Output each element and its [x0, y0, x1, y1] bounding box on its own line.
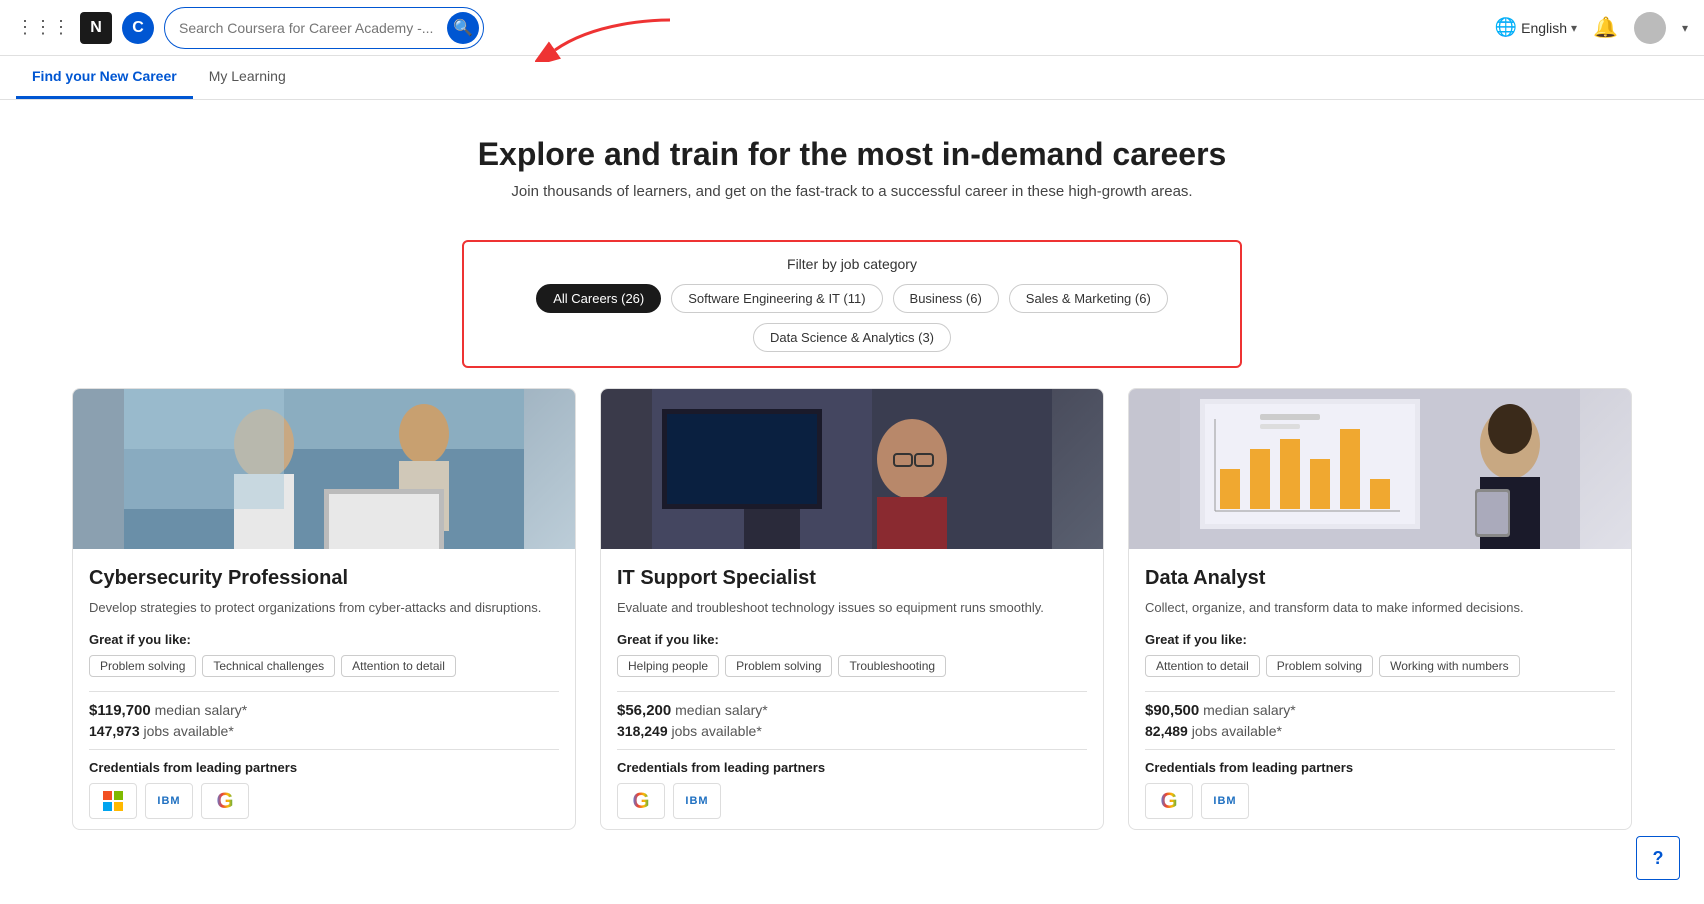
card-image-data: [1129, 389, 1631, 549]
card-image-it: [601, 389, 1103, 549]
card-jobs-it: 318,249 jobs available*: [617, 723, 1087, 739]
chip-sales-marketing[interactable]: Sales & Marketing (6): [1009, 284, 1168, 313]
search-input[interactable]: [179, 20, 447, 36]
card-divider-it-2: [617, 749, 1087, 750]
card-body-it: IT Support Specialist Evaluate and troub…: [601, 549, 1103, 829]
tag-working-with-numbers: Working with numbers: [1379, 655, 1520, 677]
tag-troubleshooting: Troubleshooting: [838, 655, 946, 677]
partner-logo-ibm-data: IBM: [1201, 783, 1249, 819]
tag-attention-detail-data: Attention to detail: [1145, 655, 1260, 677]
globe-icon: 🌐: [1495, 17, 1517, 38]
card-it-support: IT Support Specialist Evaluate and troub…: [600, 388, 1104, 830]
partner-logos-data: G IBM: [1145, 783, 1615, 819]
card-desc-cybersecurity: Develop strategies to protect organizati…: [89, 598, 559, 618]
grid-icon[interactable]: ⋮⋮⋮: [16, 17, 70, 38]
card-jobs-cybersecurity: 147,973 jobs available*: [89, 723, 559, 739]
card-salary-data: $90,500 median salary*: [1145, 702, 1615, 719]
language-selector[interactable]: 🌐 English ▾: [1495, 17, 1577, 38]
tag-list-it: Helping people Problem solving Troublesh…: [617, 655, 1087, 677]
notifications-icon[interactable]: 🔔: [1593, 15, 1618, 40]
hero-subtitle: Join thousands of learners, and get on t…: [20, 183, 1684, 200]
card-partners-label-cybersecurity: Credentials from leading partners: [89, 760, 559, 775]
card-image-cybersecurity: [73, 389, 575, 549]
hero-section: Explore and train for the most in-demand…: [0, 100, 1704, 220]
header: ⋮⋮⋮ N C 🔍 🌐: [0, 0, 1704, 56]
partner-logo-google-it: G: [617, 783, 665, 819]
search-bar: 🔍: [164, 7, 484, 49]
tag-attention-to-detail: Attention to detail: [341, 655, 456, 677]
card-salary-it: $56,200 median salary*: [617, 702, 1087, 719]
header-right: 🌐 English ▾ 🔔 ▾: [1495, 12, 1688, 44]
header-left: ⋮⋮⋮ N C 🔍: [16, 7, 484, 49]
card-body-data: Data Analyst Collect, organize, and tran…: [1129, 549, 1631, 829]
card-cybersecurity: Cybersecurity Professional Develop strat…: [72, 388, 576, 830]
tag-problem-solving-it: Problem solving: [725, 655, 832, 677]
partner-logo-ibm: IBM: [145, 783, 193, 819]
tag-problem-solving: Problem solving: [89, 655, 196, 677]
help-button[interactable]: ?: [1636, 836, 1680, 880]
partner-logo-microsoft: [89, 783, 137, 819]
card-title-cybersecurity: Cybersecurity Professional: [89, 567, 559, 590]
chip-all-careers[interactable]: All Careers (26): [536, 284, 661, 313]
language-label: English: [1521, 20, 1567, 36]
cards-grid: Cybersecurity Professional Develop strat…: [60, 388, 1644, 850]
tag-list-cybersecurity: Problem solving Technical challenges Att…: [89, 655, 559, 677]
filter-chips: All Careers (26) Software Engineering & …: [484, 284, 1220, 352]
card-divider-it: [617, 691, 1087, 692]
card-partners-label-it: Credentials from leading partners: [617, 760, 1087, 775]
card-divider-data-2: [1145, 749, 1615, 750]
partner-logo-google: G: [201, 783, 249, 819]
card-like-label-cybersecurity: Great if you like:: [89, 632, 559, 647]
tag-helping-people: Helping people: [617, 655, 719, 677]
chip-business[interactable]: Business (6): [893, 284, 999, 313]
nav-tabs: Find your New Career My Learning: [0, 56, 1704, 100]
avatar[interactable]: [1634, 12, 1666, 44]
tab-find-career[interactable]: Find your New Career: [16, 56, 193, 99]
tag-technical-challenges: Technical challenges: [202, 655, 335, 677]
card-title-it: IT Support Specialist: [617, 567, 1087, 590]
chip-data-science[interactable]: Data Science & Analytics (3): [753, 323, 951, 352]
card-salary-cybersecurity: $119,700 median salary*: [89, 702, 559, 719]
tag-problem-solving-data: Problem solving: [1266, 655, 1373, 677]
partner-logo-google-data: G: [1145, 783, 1193, 819]
search-button[interactable]: 🔍: [447, 12, 479, 44]
coursera-logo[interactable]: C: [122, 12, 154, 44]
chevron-down-icon: ▾: [1571, 21, 1577, 35]
card-like-label-data: Great if you like:: [1145, 632, 1615, 647]
hero-title: Explore and train for the most in-demand…: [20, 136, 1684, 173]
profile-chevron-icon[interactable]: ▾: [1682, 21, 1688, 35]
chip-software-engineering[interactable]: Software Engineering & IT (11): [671, 284, 882, 313]
partner-logo-ibm-it: IBM: [673, 783, 721, 819]
card-partners-label-data: Credentials from leading partners: [1145, 760, 1615, 775]
card-desc-data: Collect, organize, and transform data to…: [1145, 598, 1615, 618]
card-jobs-data: 82,489 jobs available*: [1145, 723, 1615, 739]
filter-box: Filter by job category All Careers (26) …: [462, 240, 1242, 368]
card-divider-2: [89, 749, 559, 750]
card-like-label-it: Great if you like:: [617, 632, 1087, 647]
partner-logos-cybersecurity: IBM G: [89, 783, 559, 819]
card-title-data: Data Analyst: [1145, 567, 1615, 590]
card-data-analyst: Data Analyst Collect, organize, and tran…: [1128, 388, 1632, 830]
card-body-cybersecurity: Cybersecurity Professional Develop strat…: [73, 549, 575, 829]
card-desc-it: Evaluate and troubleshoot technology iss…: [617, 598, 1087, 618]
tag-list-data: Attention to detail Problem solving Work…: [1145, 655, 1615, 677]
card-divider: [89, 691, 559, 692]
partner-logos-it: G IBM: [617, 783, 1087, 819]
notion-logo[interactable]: N: [80, 12, 112, 44]
tab-my-learning[interactable]: My Learning: [193, 56, 302, 99]
card-divider-data: [1145, 691, 1615, 692]
filter-label: Filter by job category: [484, 256, 1220, 272]
